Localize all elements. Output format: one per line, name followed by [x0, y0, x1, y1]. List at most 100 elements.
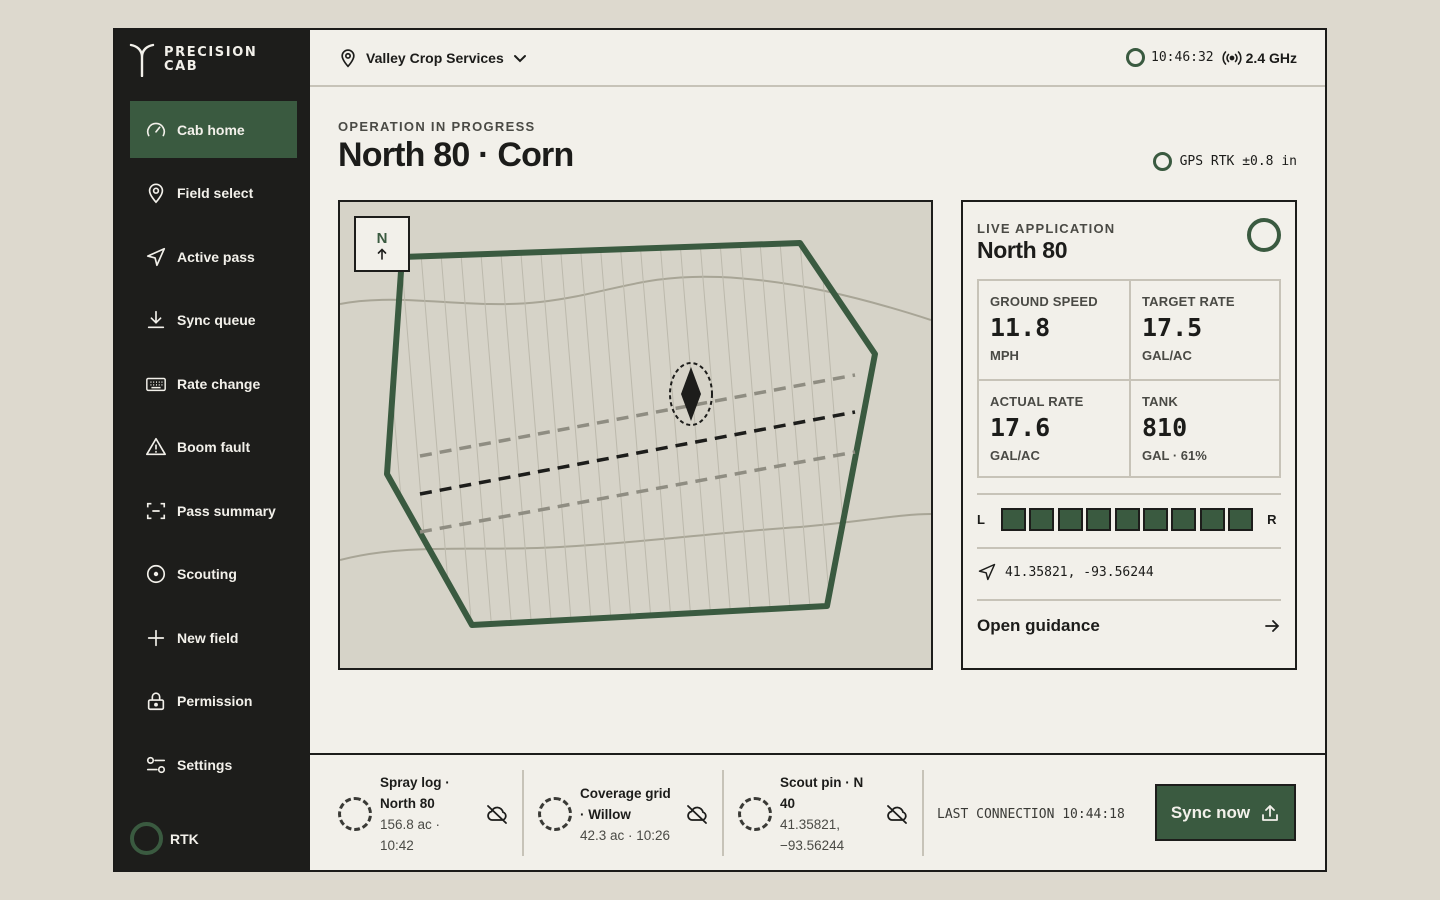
metric-value: 17.6 [990, 412, 1051, 442]
metric-value: 11.8 [990, 313, 1051, 342]
page-title: North 80 · Corn [338, 136, 574, 174]
boom-section[interactable] [1086, 508, 1112, 531]
status-area: 10:46:32 2.4 GHz [1126, 48, 1297, 67]
boom-section-bar [1001, 508, 1257, 531]
crop-rows [387, 243, 853, 625]
sidebar-item-boom-fault[interactable]: Boom fault [130, 419, 297, 476]
sidebar-item-sync-queue[interactable]: Sync queue [130, 292, 297, 349]
boom-section[interactable] [1057, 508, 1083, 531]
last-connection-text: LAST CONNECTION 10:44:18 [937, 807, 1125, 822]
field-map-canvas [340, 240, 931, 628]
sidebar-item-label: New field [177, 629, 239, 646]
operation-status-label: OPERATION IN PROGRESS [338, 119, 536, 134]
panel-title: North 80 [977, 237, 1068, 263]
gps-status-ring-icon [1152, 152, 1172, 171]
application-status-ring-icon [1247, 218, 1281, 252]
metric-actual-rate: ACTUAL RATE 17.6 GAL/AC [979, 378, 1129, 477]
metric-label: TANK [1142, 393, 1178, 409]
north-arrow-icon [377, 248, 387, 260]
boom-section[interactable] [1001, 508, 1026, 531]
organization-name: Valley Crop Services [366, 50, 504, 66]
cloud-offline-icon [687, 805, 707, 824]
queue-item-subtitle: 156.8 ac · 10:42 [380, 817, 441, 853]
sidebar-item-field-select[interactable]: Field select [130, 165, 297, 222]
boom-section[interactable] [1171, 508, 1197, 531]
radio-frequency: 2.4 GHz [1245, 49, 1297, 66]
clock-status-ring-icon [1126, 48, 1146, 67]
divider [922, 770, 924, 856]
divider [977, 493, 1281, 495]
navigation-arrow-icon [978, 563, 996, 581]
metric-value: 17.5 [1142, 313, 1203, 342]
queue-item[interactable]: Coverage grid · Willow 42.3 ac · 10:26 [510, 770, 710, 858]
navigation-arrow-icon [144, 245, 168, 269]
boom-left-label: L [977, 512, 985, 527]
boom-section[interactable] [1228, 508, 1254, 531]
sidebar-item-settings[interactable]: Settings [130, 736, 297, 793]
sidebar: PRECISION CAB Cab home Field select Acti… [115, 30, 310, 870]
guidance-line [419, 410, 856, 496]
metric-target-rate: TARGET RATE 17.5 GAL/AC [1129, 281, 1279, 379]
sidebar-item-cab-home[interactable]: Cab home [130, 101, 297, 158]
sidebar-nav: Cab home Field select Active pass Sync q… [130, 101, 297, 800]
queue-item-text: Scout pin · N 40 41.35821, −93.56244 [780, 772, 875, 856]
vehicle-coordinates: 41.35821, -93.56244 [977, 562, 1154, 582]
gps-accuracy: GPS RTK ±0.8 in [1152, 152, 1297, 171]
plus-icon [144, 626, 168, 650]
metric-ground-speed: GROUND SPEED 11.8 MPH [979, 281, 1129, 379]
cloud-offline-icon [487, 805, 507, 824]
pending-sync-ring-icon [338, 797, 372, 831]
target-icon [144, 562, 168, 586]
cloud-offline-icon [887, 805, 907, 824]
metric-label: TARGET RATE [1142, 294, 1235, 309]
queue-item[interactable]: Spray log · North 80 156.8 ac · 10:42 [310, 770, 510, 858]
vehicle-marker-icon [681, 367, 701, 421]
live-application-panel: LIVE APPLICATION North 80 GROUND SPEED 1… [961, 200, 1297, 670]
chevron-down-icon [513, 55, 526, 63]
queue-item-title: Spray log · North 80 [380, 775, 450, 811]
metric-unit: GAL · 61% [1142, 447, 1207, 463]
clock: 10:46:32 [1151, 50, 1214, 65]
panel-eyebrow: LIVE APPLICATION [977, 221, 1116, 236]
boom-sections: L R [977, 508, 1281, 531]
map-pin-icon [144, 181, 168, 205]
metric-unit: GAL/AC [990, 447, 1040, 463]
boom-section[interactable] [1029, 508, 1055, 531]
compass[interactable]: N [354, 216, 410, 272]
sync-now-button[interactable]: Sync now [1155, 784, 1296, 841]
boom-section[interactable] [1142, 508, 1168, 531]
queue-item[interactable]: Scout pin · N 40 41.35821, −93.56244 [710, 770, 910, 858]
open-guidance-label: Open guidance [977, 616, 1100, 635]
arrow-right-icon [1265, 620, 1280, 632]
metric-label: GROUND SPEED [990, 294, 1098, 309]
sidebar-item-scouting[interactable]: Scouting [130, 546, 297, 603]
organization-selector[interactable]: Valley Crop Services [338, 48, 528, 68]
queue-item-title: Coverage grid · Willow [580, 785, 671, 822]
sidebar-item-label: Active pass [177, 248, 255, 265]
brand-name: PRECISION CAB [164, 46, 264, 74]
brand-logo: PRECISION CAB [129, 43, 264, 77]
next-pass-line [419, 450, 856, 534]
sidebar-item-new-field[interactable]: New field [130, 609, 297, 666]
rtk-status-ring-icon [130, 822, 163, 855]
sidebar-item-pass-summary[interactable]: Pass summary [130, 482, 297, 539]
sidebar-item-active-pass[interactable]: Active pass [130, 228, 297, 285]
rtk-status: RTK [130, 822, 199, 855]
queue-item-text: Coverage grid · Willow 42.3 ac · 10:26 [580, 783, 675, 846]
queue-item-subtitle: 41.35821, −93.56244 [780, 817, 845, 853]
sliders-icon [144, 753, 168, 777]
lock-icon [144, 689, 168, 713]
upload-icon [1262, 804, 1279, 821]
sidebar-item-rate-change[interactable]: Rate change [130, 355, 297, 412]
field-boundary [384, 240, 878, 628]
sidebar-item-permission[interactable]: Permission [130, 673, 297, 730]
boom-section[interactable] [1114, 508, 1140, 531]
metric-label: ACTUAL RATE [990, 393, 1084, 409]
field-map[interactable]: N [338, 200, 933, 670]
boom-right-label: R [1267, 512, 1277, 527]
rtk-label: RTK [170, 830, 199, 847]
boom-section[interactable] [1199, 508, 1225, 531]
coordinates-text: 41.35821, -93.56244 [1005, 564, 1154, 580]
open-guidance-link[interactable]: Open guidance [977, 616, 1281, 636]
sync-queue-bar: Spray log · North 80 156.8 ac · 10:42 Co… [310, 753, 1325, 870]
